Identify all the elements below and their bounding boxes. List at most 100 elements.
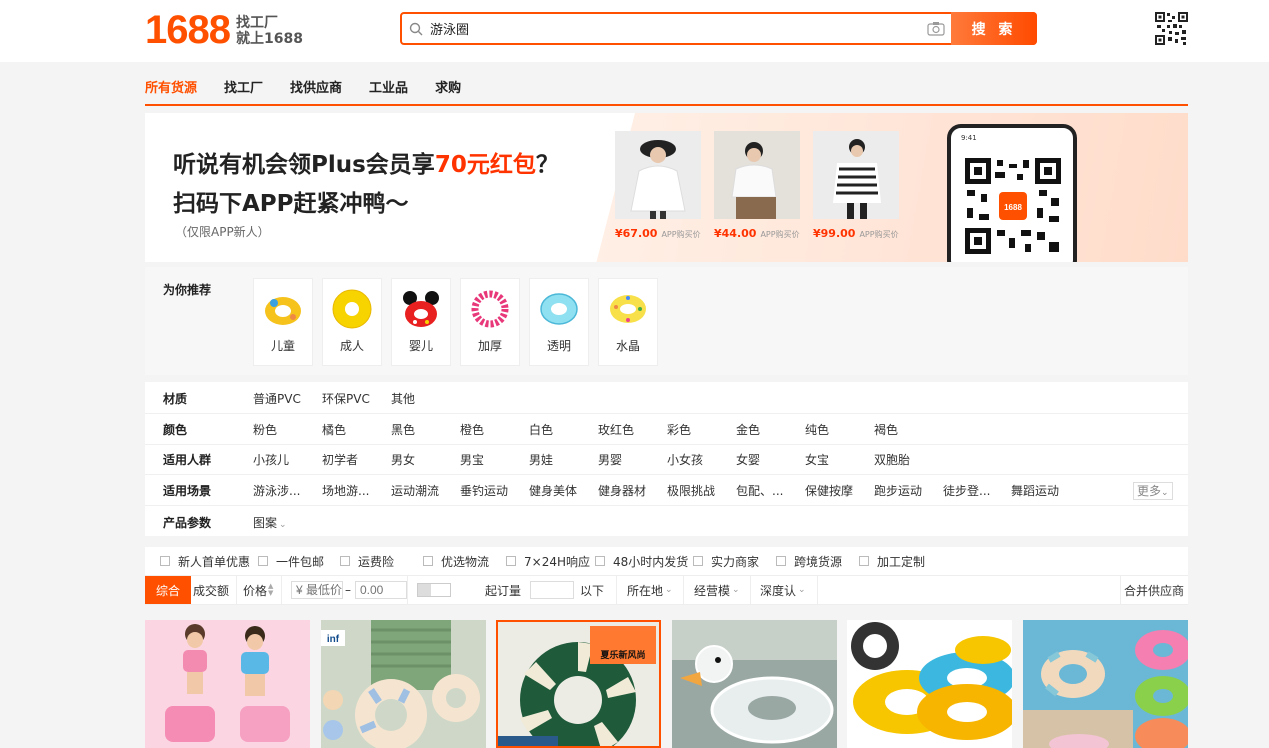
- filter-option[interactable]: 橙色: [460, 421, 484, 438]
- service-checkbox[interactable]: 7×24H响应: [506, 553, 590, 570]
- sort-label: 成交额: [193, 583, 230, 598]
- service-checkbox[interactable]: 48小时内发货: [595, 553, 688, 570]
- location-dropdown[interactable]: 所在地 ⌄: [627, 576, 673, 604]
- filter-option[interactable]: 男娃: [529, 451, 553, 468]
- recommend-item-thick[interactable]: 加厚: [460, 278, 520, 366]
- filter-option[interactable]: 其他: [391, 390, 415, 407]
- recommend-item-label: 透明: [546, 339, 571, 353]
- phone-time: 9:41: [961, 134, 977, 142]
- filter-option[interactable]: 黑色: [391, 421, 415, 438]
- search-button[interactable]: 搜 索: [951, 12, 1037, 45]
- more-options-button[interactable]: 更多⌄: [1133, 481, 1173, 500]
- filter-option[interactable]: 橘色: [322, 421, 346, 438]
- filter-option[interactable]: 保健按摩: [805, 482, 853, 499]
- category-tabs: 所有货源 找工厂 找供应商 工业品 求购: [145, 68, 1188, 106]
- kids-float-icon: [265, 297, 301, 325]
- banner-note: （仅限APP新人）: [175, 225, 270, 239]
- filter-option[interactable]: 褐色: [874, 421, 898, 438]
- logo[interactable]: 1688 找工厂 就上1688: [145, 8, 303, 53]
- moq-input[interactable]: [530, 581, 574, 599]
- price-range-slider[interactable]: [417, 583, 451, 597]
- tab-find-factory[interactable]: 找工厂: [224, 77, 263, 96]
- filter-option[interactable]: 金色: [736, 421, 760, 438]
- product-image: [1023, 620, 1188, 748]
- price-min-input[interactable]: [291, 581, 343, 599]
- filter-option[interactable]: 普通PVC: [253, 390, 301, 407]
- service-checkbox[interactable]: 实力商家: [693, 553, 759, 570]
- service-filters: 新人首单优惠 一件包邮 运费险 优选物流 7×24H响应 48小时内发货 实力商…: [145, 547, 1188, 575]
- filter-row-material: 材质 普通PVC 环保PVC 其他: [145, 384, 1188, 414]
- recommend-item-kids[interactable]: 儿童: [253, 278, 313, 366]
- service-label: 跨境货源: [794, 554, 843, 569]
- product-card[interactable]: 夏乐新风尚: [496, 620, 661, 748]
- filter-option[interactable]: 健身器材: [598, 482, 646, 499]
- business-model-dropdown[interactable]: 经营模 ⌄: [694, 576, 740, 604]
- qr-code-icon[interactable]: [1155, 12, 1188, 45]
- depth-cert-dropdown[interactable]: 深度认 ⌄: [760, 576, 806, 604]
- tab-find-supplier[interactable]: 找供应商: [290, 77, 342, 96]
- app-download-qr-icon[interactable]: 1688: [965, 158, 1061, 254]
- filter-option[interactable]: 女宝: [805, 451, 829, 468]
- filter-option[interactable]: 极限挑战: [667, 482, 715, 499]
- service-label: 48小时内发货: [613, 554, 689, 569]
- filter-option-dropdown[interactable]: 图案 ⌄: [253, 514, 287, 531]
- banner-product-3[interactable]: ¥99.00 APP购买价: [813, 131, 899, 246]
- product-card[interactable]: [1023, 620, 1188, 748]
- filter-option[interactable]: 男宝: [460, 451, 484, 468]
- filter-label: 适用场景: [163, 484, 212, 498]
- service-checkbox[interactable]: 一件包邮: [258, 553, 324, 570]
- filter-option[interactable]: 白色: [529, 421, 553, 438]
- filter-option[interactable]: 包配、...: [736, 482, 783, 499]
- sort-comprehensive[interactable]: 综合: [145, 576, 191, 604]
- tab-all-goods[interactable]: 所有货源: [145, 77, 197, 96]
- filter-option[interactable]: 粉色: [253, 421, 277, 438]
- banner-product-2[interactable]: ¥44.00 APP购买价: [714, 131, 800, 246]
- camera-icon[interactable]: [921, 14, 951, 43]
- sort-turnover[interactable]: 成交额: [193, 576, 229, 604]
- product-card[interactable]: [847, 620, 1012, 748]
- recommend-item-crystal[interactable]: 水晶: [598, 278, 658, 366]
- filter-option[interactable]: 运动潮流: [391, 482, 439, 499]
- merge-suppliers-toggle[interactable]: 合并供应商: [1124, 576, 1184, 604]
- filter-row-color: 颜色 粉色 橘色 黑色 橙色 白色 玫红色 彩色 金色 纯色 褐色: [145, 415, 1188, 445]
- filter-option[interactable]: 垂钓运动: [460, 482, 508, 499]
- recommend-item-transparent[interactable]: 透明: [529, 278, 589, 366]
- filter-option[interactable]: 男婴: [598, 451, 622, 468]
- tab-purchase-request[interactable]: 求购: [435, 77, 461, 96]
- price-dash: –: [345, 583, 351, 597]
- chevron-down-icon: ⌄: [732, 585, 740, 595]
- filter-option[interactable]: 场地游...: [322, 482, 369, 499]
- product-card[interactable]: [672, 620, 837, 748]
- filter-option[interactable]: 健身美体: [529, 482, 577, 499]
- filter-option[interactable]: 小女孩: [667, 451, 703, 468]
- product-card[interactable]: [145, 620, 310, 748]
- filter-option[interactable]: 男女: [391, 451, 415, 468]
- service-checkbox[interactable]: 优选物流: [423, 553, 489, 570]
- promo-banner[interactable]: 听说有机会领Plus会员享70元红包？ 扫码下APP赶紧冲鸭～ （仅限APP新人…: [145, 113, 1188, 262]
- sort-price[interactable]: 价格 ▲ ▼: [243, 576, 273, 604]
- filter-option[interactable]: 纯色: [805, 421, 829, 438]
- service-checkbox[interactable]: 加工定制: [859, 553, 925, 570]
- filter-option[interactable]: 双胞胎: [874, 451, 910, 468]
- tab-industrial[interactable]: 工业品: [369, 77, 408, 96]
- filter-option[interactable]: 游泳涉...: [253, 482, 300, 499]
- price-max-input[interactable]: [355, 581, 407, 599]
- filter-option[interactable]: 玫红色: [598, 421, 634, 438]
- recommend-item-baby[interactable]: 婴儿: [391, 278, 451, 366]
- filter-option[interactable]: 女婴: [736, 451, 760, 468]
- service-checkbox[interactable]: 新人首单优惠: [160, 553, 250, 570]
- service-checkbox[interactable]: 运费险: [340, 553, 394, 570]
- filter-option[interactable]: 初学者: [322, 451, 358, 468]
- product-card[interactable]: inf: [321, 620, 486, 748]
- banner-product-1[interactable]: ¥67.00 APP购买价: [615, 131, 701, 246]
- search-input[interactable]: [430, 14, 921, 43]
- service-label: 优选物流: [441, 554, 490, 569]
- recommend-item-adult[interactable]: 成人: [322, 278, 382, 366]
- filter-option[interactable]: 彩色: [667, 421, 691, 438]
- filter-option[interactable]: 徒步登...: [943, 482, 990, 499]
- service-checkbox[interactable]: 跨境货源: [776, 553, 842, 570]
- filter-option[interactable]: 小孩儿: [253, 451, 289, 468]
- filter-option[interactable]: 舞蹈运动: [1011, 482, 1059, 499]
- filter-option[interactable]: 环保PVC: [322, 390, 370, 407]
- filter-option[interactable]: 跑步运动: [874, 482, 922, 499]
